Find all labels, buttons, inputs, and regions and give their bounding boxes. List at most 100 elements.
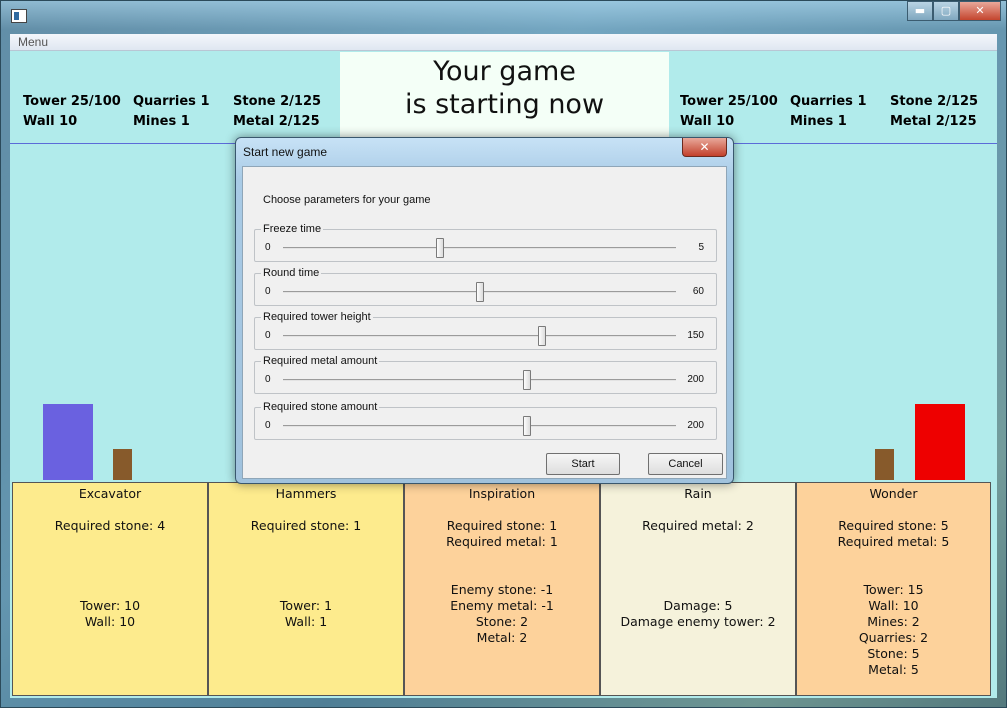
card-hand: Excavator Required stone: 4 Tower: 10 Wall:… [12, 482, 995, 696]
card-requirements: Required stone: 5 Required metal: 5 [797, 518, 990, 550]
card-effect: Quarries: 2 [858, 630, 929, 645]
slider-label: Required metal amount [261, 355, 380, 367]
card-requirement: Required metal: 2 [642, 518, 754, 533]
card-effect: Wall: 10 [84, 614, 136, 629]
card[interactable]: Hammers Required stone: 1 Tower: 1 Wall: 1 [208, 482, 404, 696]
menu-bar: Menu [10, 34, 997, 51]
slider-max-label: 60 [692, 286, 704, 297]
card-effect: Mines: 2 [867, 614, 920, 629]
card-effect: Damage enemy tower: 2 [620, 614, 776, 629]
app-icon [11, 9, 27, 23]
card-effect: Tower: 15 [863, 582, 924, 597]
player-wall-bar [113, 449, 132, 480]
player-stone-stat: Stone 2/125 [233, 94, 322, 109]
slider-label: Freeze time [261, 223, 324, 235]
card-requirements: Required stone: 1 Required metal: 1 [405, 518, 599, 550]
card[interactable]: Excavator Required stone: 4 Tower: 10 Wall:… [12, 482, 208, 696]
enemy-tower-stat: Tower 25/100 [680, 94, 778, 109]
card-requirement: Required stone: 1 [446, 518, 558, 533]
menu-item[interactable]: Menu [18, 35, 48, 49]
slider-track[interactable] [283, 335, 676, 337]
slider-max-label: 5 [698, 242, 704, 253]
slider-min-label: 0 [265, 374, 271, 385]
start-game-dialog: Start new game ✕ Choose parameters for y… [235, 137, 734, 484]
card-title: Excavator [78, 486, 142, 501]
player-metal-stat: Metal 2/125 [233, 114, 320, 129]
slider-group: Required tower height 0 150 [254, 311, 717, 350]
minimize-button[interactable]: ▬ [907, 1, 933, 21]
card[interactable]: Inspiration Required stone: 1 Required met… [404, 482, 600, 696]
enemy-wall-bar [875, 449, 894, 480]
slider-group: Round time 0 60 [254, 267, 717, 306]
player-tower-bar [43, 404, 93, 480]
card-requirement: Required stone: 5 [838, 518, 949, 533]
card-effects: Tower: 15 Wall: 10 Mines: 2 Quarries: 2 Ston… [797, 582, 990, 678]
slider-group: Required stone amount 0 200 [254, 401, 717, 440]
dialog-title: Start new game [243, 145, 328, 159]
card-effect: Tower: 1 [279, 598, 333, 613]
slider-max-label: 200 [687, 420, 704, 431]
close-window-button[interactable]: ✕ [959, 1, 1001, 21]
card-requirement: Required stone: 1 [250, 518, 362, 533]
slider-thumb[interactable] [522, 370, 531, 390]
card-requirements: Required stone: 4 [13, 518, 207, 534]
card-title: Hammers [275, 486, 337, 501]
card-requirements: Required stone: 1 [209, 518, 403, 534]
card-effects: Tower: 1 Wall: 1 [209, 598, 403, 630]
slider-min-label: 0 [265, 330, 271, 341]
card-requirements: Required metal: 2 [601, 518, 795, 534]
maximize-button[interactable]: ▢ [933, 1, 959, 21]
card-effect: Damage: 5 [663, 598, 733, 613]
card-effect: Enemy metal: -1 [450, 598, 554, 613]
slider-min-label: 0 [265, 242, 271, 253]
player-wall-stat: Wall 10 [23, 114, 78, 129]
enemy-tower-bar [915, 404, 965, 480]
card-title: Wonder [869, 486, 918, 501]
card-requirement: Required metal: 1 [446, 534, 558, 549]
card-title: Inspiration [468, 486, 536, 501]
slider-thumb[interactable] [436, 238, 445, 258]
enemy-mines-stat: Mines 1 [790, 114, 847, 129]
enemy-wall-stat: Wall 10 [680, 114, 735, 129]
card-title: Rain [684, 486, 712, 501]
enemy-stats-panel: Tower 25/100 Wall 10 Quarries 1 Mines 1 St… [669, 52, 997, 144]
player-mines-stat: Mines 1 [133, 114, 190, 129]
slider-max-label: 150 [687, 330, 704, 341]
enemy-stone-stat: Stone 2/125 [890, 94, 979, 109]
slider-thumb[interactable] [538, 326, 547, 346]
slider-thumb[interactable] [475, 282, 484, 302]
card[interactable]: Wonder Required stone: 5 Required metal: 5… [796, 482, 991, 696]
enemy-quarries-stat: Quarries 1 [790, 94, 867, 109]
status-line-2: is starting now [404, 89, 605, 120]
card-effect: Enemy stone: -1 [450, 582, 554, 597]
card-effects: Enemy stone: -1 Enemy metal: -1 Stone: 2 Me… [405, 582, 599, 646]
slider-max-label: 200 [687, 374, 704, 385]
card-effect: Metal: 5 [868, 662, 919, 677]
status-line-1: Your game [433, 56, 576, 87]
status-message: Your game is starting now [340, 52, 669, 144]
card-effects: Tower: 10 Wall: 10 [13, 598, 207, 630]
card-effect: Metal: 2 [476, 630, 528, 645]
card-effect: Wall: 10 [868, 598, 919, 613]
slider-track[interactable] [283, 425, 676, 427]
card-effect: Wall: 1 [284, 614, 328, 629]
card-effect: Stone: 2 [475, 614, 529, 629]
dialog-close-button[interactable]: ✕ [682, 138, 727, 157]
card-effects: Damage: 5 Damage enemy tower: 2 [601, 598, 795, 630]
start-button[interactable]: Start [546, 453, 620, 475]
slider-label: Round time [261, 267, 322, 279]
slider-track[interactable] [283, 379, 676, 381]
dialog-intro-text: Choose parameters for your game [263, 194, 431, 206]
card-effect: Tower: 10 [79, 598, 141, 613]
card-requirement: Required stone: 4 [54, 518, 166, 533]
player-quarries-stat: Quarries 1 [133, 94, 210, 109]
card[interactable]: Rain Required metal: 2 Damage: 5 Damage ene… [600, 482, 796, 696]
slider-label: Required stone amount [261, 401, 380, 413]
slider-track[interactable] [283, 247, 676, 249]
cancel-button[interactable]: Cancel [648, 453, 723, 475]
slider-thumb[interactable] [522, 416, 531, 436]
card-requirement: Required metal: 5 [837, 534, 950, 549]
player-stats-panel: Tower 25/100 Wall 10 Quarries 1 Mines 1 St… [12, 52, 340, 144]
dialog-body: Choose parameters for your game Start Ca… [242, 166, 727, 479]
player-tower-stat: Tower 25/100 [23, 94, 121, 109]
